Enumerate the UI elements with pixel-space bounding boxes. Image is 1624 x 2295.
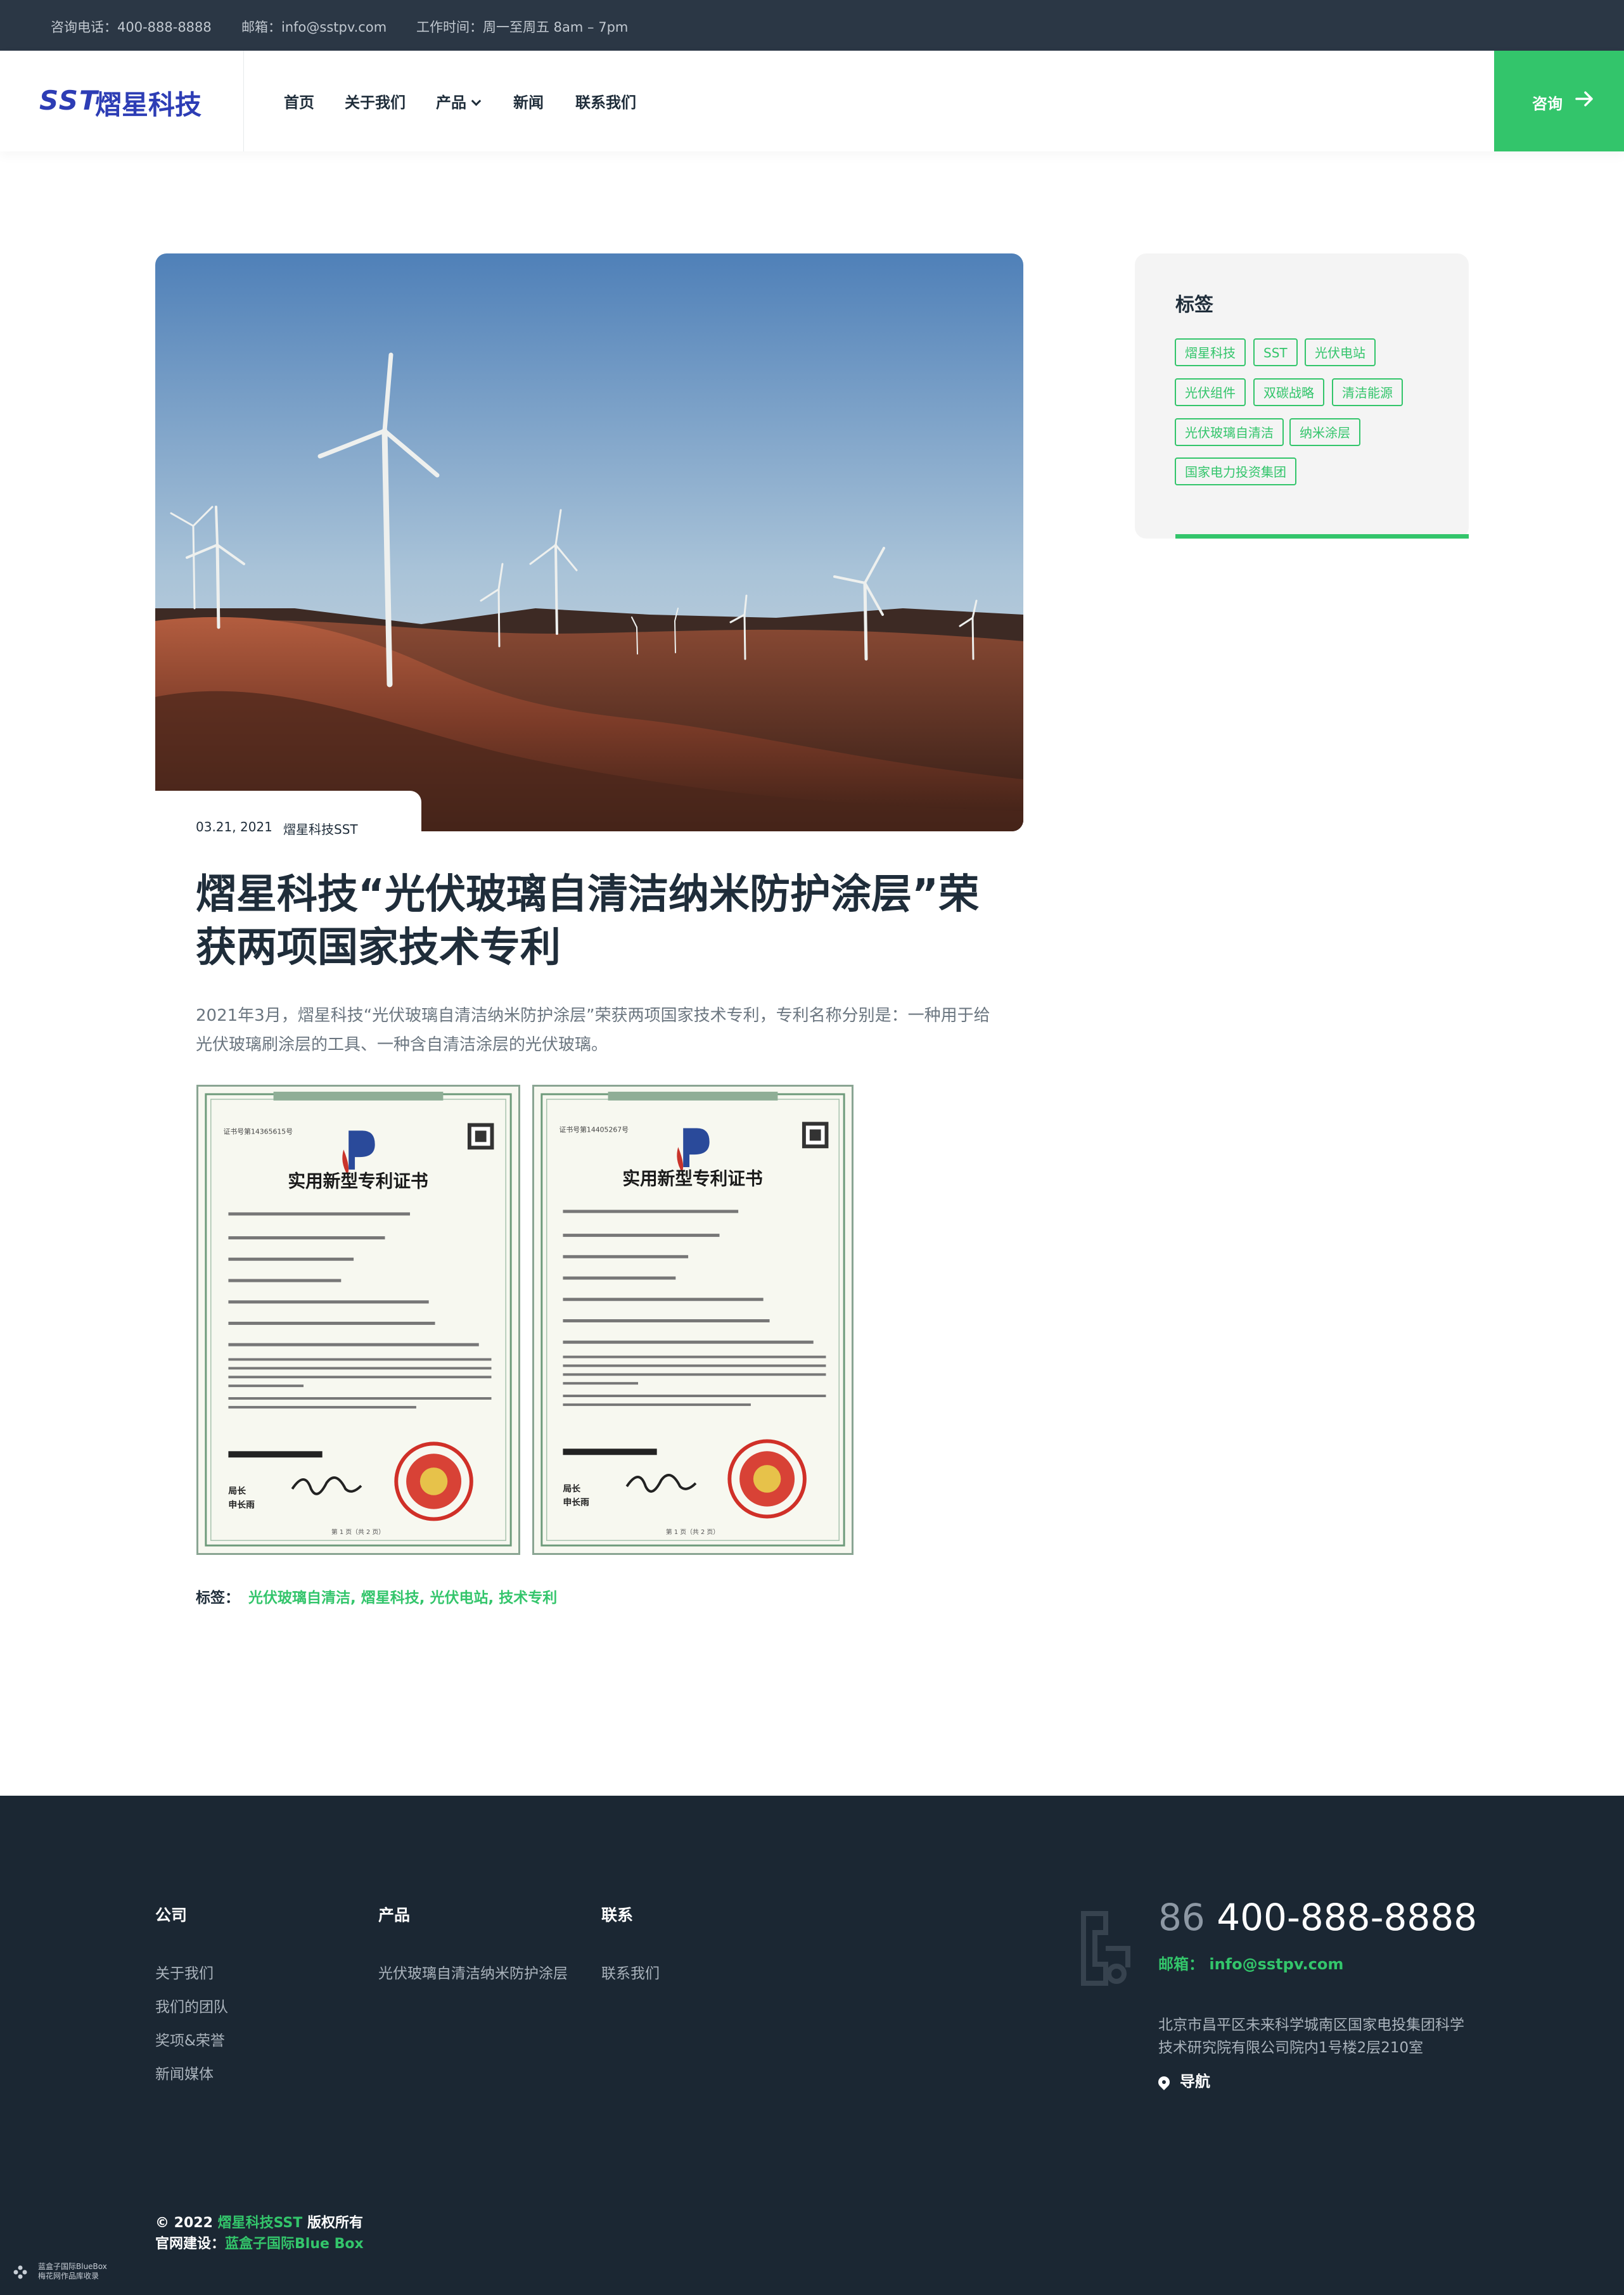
nav-home[interactable]: 首页: [284, 90, 314, 112]
tag-chip[interactable]: 双碳战略: [1253, 378, 1324, 406]
article-tags: 标签： 光伏玻璃自清洁, 熠星科技, 光伏电站, 技术专利: [196, 1585, 557, 1607]
footer-link[interactable]: 光伏玻璃自清洁纳米防护涂层: [378, 1961, 568, 1983]
article-author[interactable]: 熠星科技SST: [283, 819, 358, 838]
sidebar-accent-bar: [1175, 534, 1469, 539]
phone-icon: [1081, 1911, 1130, 1986]
patent-certificate-2: 证书号第14405267号 实用新型专利证书 局长 申长雨 第 1 页（共 2 …: [532, 1085, 854, 1555]
badge-line-1: 蓝盒子国际BlueBox: [38, 2262, 107, 2271]
footer-address: 北京市昌平区未来科学城南区国家电投集团科学技术研究院有限公司院内1号楼2层210…: [1158, 2017, 1464, 2056]
footer-col-title: 联系: [601, 1906, 634, 1924]
footer-copyright: © 2022 熠星科技SST 版权所有 官网建设：蓝盒子国际Blue Box: [155, 2213, 364, 2254]
logo-mark: SST: [39, 85, 99, 116]
nav-news[interactable]: 新闻: [513, 90, 544, 112]
footer-col-title: 公司: [155, 1906, 188, 1924]
topbar-email[interactable]: 邮箱：info@sstpv.com: [241, 17, 387, 36]
top-info-bar: 咨询电话：400-888-8888 邮箱：info@sstpv.com 工作时间…: [0, 0, 1624, 51]
svg-text:申长雨: 申长雨: [228, 1500, 255, 1511]
copyright-suffix: 版权所有: [302, 2215, 363, 2231]
sidebar-tags-title: 标签: [1175, 294, 1213, 316]
site-builder-link[interactable]: 蓝盒子国际Blue Box: [225, 2236, 364, 2252]
svg-text:申长雨: 申长雨: [563, 1497, 589, 1508]
tag-chip[interactable]: 光伏玻璃自清洁: [1175, 418, 1284, 446]
nav-products-label: 产品: [436, 94, 466, 112]
footer-link[interactable]: 关于我们: [155, 1961, 214, 1983]
svg-text:局长: 局长: [563, 1483, 580, 1494]
tag-chip[interactable]: 熠星科技: [1175, 338, 1246, 366]
consult-button[interactable]: 咨询: [1494, 51, 1624, 151]
sidebar-tags-widget: 标签 熠星科技 SST 光伏电站 光伏组件 双碳战略 清洁能源 光伏玻璃自清洁 …: [1135, 253, 1469, 539]
site-header: SST 熠星科技 首页 关于我们 产品 新闻 联系我们 咨询: [0, 51, 1624, 151]
footer-link[interactable]: 联系我们: [601, 1961, 660, 1983]
nav-about[interactable]: 关于我们: [345, 90, 406, 112]
svg-text:第 1 页（共 2 页）: 第 1 页（共 2 页）: [666, 1528, 719, 1536]
tag-chip[interactable]: SST: [1253, 338, 1298, 366]
topbar-hours: 工作时间：周一至周五 8am – 7pm: [416, 20, 629, 35]
svg-text:第 1 页（共 2 页）: 第 1 页（共 2 页）: [331, 1528, 385, 1536]
tag-chip[interactable]: 光伏电站: [1305, 338, 1376, 366]
topbar-phone: 咨询电话：400-888-8888: [51, 20, 212, 35]
phone-number: 400-888-8888: [1217, 1896, 1478, 1939]
footer-link[interactable]: 我们的团队: [155, 1995, 228, 2016]
svg-text:局长: 局长: [228, 1486, 246, 1497]
article-lead: 2021年3月，熠星科技“光伏玻璃自清洁纳米防护涂层”荣获两项国家技术专利，专利…: [196, 1006, 990, 1054]
tag-chip[interactable]: 清洁能源: [1332, 378, 1403, 406]
copyright-brand[interactable]: 熠星科技SST: [218, 2215, 303, 2231]
badge-line-2: 梅花网作品库收录: [38, 2272, 99, 2280]
article-tags-label: 标签：: [196, 1590, 240, 1606]
footer-email[interactable]: 邮箱： info@sstpv.com: [1158, 1952, 1343, 1974]
article-tags-links[interactable]: 光伏玻璃自清洁, 熠星科技, 光伏电站, 技术专利: [248, 1590, 557, 1606]
certificate-heading: 实用新型专利证书: [288, 1171, 428, 1192]
article-title: 熠星科技“光伏玻璃自清洁纳米防护涂层”荣获两项国家技术专利: [196, 871, 980, 971]
footer-phone[interactable]: 86 400-888-8888: [1158, 1896, 1477, 1939]
site-builder-label: 官网建设：: [155, 2236, 226, 2252]
patent-certificate-1: 证书号第14365615号 实用新型专利证书 局长 申长雨 第 1 页（共 2 …: [196, 1085, 520, 1555]
nav-contact[interactable]: 联系我们: [575, 90, 636, 112]
flower-icon: [13, 2265, 27, 2279]
logo-name: 熠星科技: [95, 89, 202, 120]
copyright-prefix: © 2022: [155, 2215, 218, 2231]
footer-link[interactable]: 新闻媒体: [155, 2062, 214, 2083]
header-divider: [243, 51, 244, 151]
footer-link[interactable]: 奖项&荣誉: [155, 2028, 225, 2050]
navigate-label: 导航: [1180, 2073, 1210, 2090]
certificate-heading: 实用新型专利证书: [622, 1168, 763, 1189]
article-date: 03.21, 2021: [196, 819, 272, 834]
chevron-down-icon: [471, 96, 482, 106]
phone-country-code: 86: [1158, 1896, 1205, 1939]
tag-chip[interactable]: 纳米涂层: [1289, 418, 1360, 446]
map-pin-icon: [1156, 2074, 1172, 2090]
certificate-number: 证书号第14365615号: [224, 1127, 293, 1135]
footer-navigate-link[interactable]: 导航: [1156, 2069, 1210, 2091]
tag-chip[interactable]: 国家电力投资集团: [1175, 457, 1296, 485]
article-hero-image: [155, 253, 1023, 831]
site-logo[interactable]: SST 熠星科技: [39, 84, 210, 120]
certificate-number: 证书号第14405267号: [559, 1125, 629, 1134]
nav-products[interactable]: 产品: [436, 90, 482, 112]
footer-col-title: 产品: [378, 1906, 411, 1924]
arrow-right-icon: [1575, 91, 1593, 106]
consult-label: 咨询: [1532, 95, 1563, 113]
tag-chip[interactable]: 光伏组件: [1175, 378, 1246, 406]
